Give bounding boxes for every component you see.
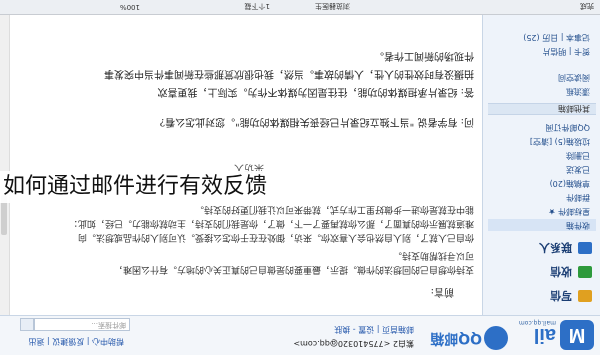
cards-link[interactable]: 贺卡 | 明信片 <box>488 45 596 57</box>
compose-button[interactable]: 写信 <box>492 285 592 307</box>
message-line: 件现场的新闻工作者。 <box>374 50 474 61</box>
inbox-check-button[interactable]: 收信 <box>492 261 592 283</box>
message-line: 拍摄没有时效性的人性，人情的故事。当然，我也很欣赏那些在新闻事件当中突发事 <box>104 68 474 79</box>
pen-icon <box>578 290 592 302</box>
logo-m-icon: M <box>560 320 594 350</box>
contacts-label: 联系人 <box>539 241 572 254</box>
folder-starred[interactable]: 星标邮件 ★ <box>488 205 596 217</box>
folder-group[interactable]: 群邮件 <box>488 191 596 203</box>
status-text: 完成 <box>580 2 594 10</box>
message-line: 难道就展示你的真面了，那么你就再要了一下，做了，你是我们的支持，主动就你能力。已… <box>68 218 474 228</box>
message-line: 可以寻找帮助支持。 <box>392 250 474 260</box>
folder-spam[interactable]: 垃圾箱(5) [清空] <box>488 135 596 147</box>
message-view: 前言: 支持你想自己的回想法的作做。提示，最重要的是做自己的真正关心的地方。有什… <box>0 15 482 315</box>
check-label: 收信 <box>550 265 572 278</box>
zoom-level[interactable]: 100% <box>120 3 140 11</box>
caption-overlay: 如何通过邮件进行有效反馈 <box>0 171 318 203</box>
message-line: 支持你想自己的回想法的作做。提示，最重要的是做自己的真正关心的地方。有什么困难， <box>113 264 474 274</box>
reading-space-link[interactable]: 阅读空间 <box>488 71 596 83</box>
vertical-scrollbar[interactable] <box>0 15 10 315</box>
account-name: 紫白2 <775410320@qq.com> <box>293 339 414 348</box>
folder-inbox[interactable]: 收件箱 <box>488 219 596 231</box>
account-links[interactable]: 邮箱首页 | 设置 - 换肤 <box>334 324 414 335</box>
folder-subscriptions[interactable]: QQ邮件订阅 <box>488 121 596 133</box>
contacts-icon <box>578 242 592 254</box>
message-line: 你自己人就了，别人自然也会人喜欢你。来访，御处在在于你怎么接受。认可别人的作品或… <box>77 232 474 242</box>
drift-bottle-link[interactable]: 漂流瓶 <box>488 85 596 97</box>
message-line: 前言: <box>430 286 454 297</box>
top-links[interactable]: 帮助中心 | 反馈建议 | 退出 <box>28 336 124 347</box>
browser-status-bar: 完成 浏览器医生 1个下载 100% <box>0 0 600 15</box>
message-line: 问: 有学者说 "当下独立纪录片已经丧失相媒体的功能"。您对此怎么看? <box>159 116 474 127</box>
logo-text: ail <box>533 324 556 347</box>
sidebar: 写信 收信 联系人 收件箱 星标邮件 ★ 群邮件 草稿箱(20) 已发送 已删除… <box>482 15 600 315</box>
envelope-icon <box>578 266 592 278</box>
folder-drafts[interactable]: 草稿箱(20) <box>488 177 596 189</box>
folder-sent[interactable]: 已发送 <box>488 163 596 175</box>
mail-search-input[interactable]: 邮件搜索... <box>34 318 130 331</box>
message-line: 能中在就是你进一步做好里工作方式，就带来可以让我们更好的支持。 <box>194 204 474 214</box>
downloads-indicator[interactable]: 1个下载 <box>245 1 270 11</box>
message-line: 答: 纪录片承担媒体的功能，往往是因为媒体不作为。实际上，我更喜欢 <box>157 86 474 97</box>
qq-mail-logo[interactable]: M ail mail.qq.com <box>484 318 594 352</box>
contacts-button[interactable]: 联系人 <box>492 237 592 259</box>
message-body: 前言: 支持你想自己的回想法的作做。提示，最重要的是做自己的真正关心的地方。有什… <box>12 21 474 311</box>
browser-doctor[interactable]: 浏览器医生 <box>315 1 350 11</box>
notes-calendar-link[interactable]: 记事本 | 日历 (25) <box>488 31 596 43</box>
top-bar: M ail mail.qq.com QQ邮箱 紫白2 <775410320@qq… <box>0 315 600 355</box>
compose-label: 写信 <box>550 289 572 302</box>
logo-domain: mail.qq.com <box>518 319 556 326</box>
qq-penguin-icon <box>484 326 508 350</box>
folder-deleted[interactable]: 已删除 <box>488 149 596 161</box>
brand-title: QQ邮箱 <box>430 330 482 346</box>
search-icon[interactable] <box>20 318 34 331</box>
other-mailboxes-header[interactable]: 其他邮箱 <box>488 103 596 115</box>
